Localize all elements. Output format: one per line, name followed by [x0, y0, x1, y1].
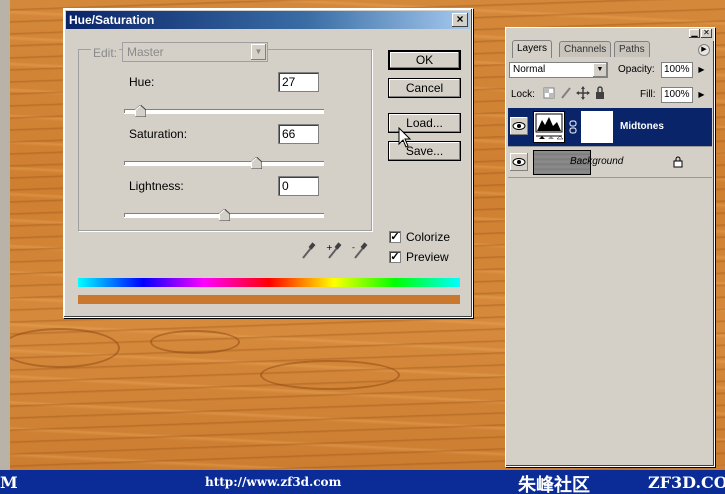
checkmark-icon: ✓: [390, 251, 400, 263]
cancel-button[interactable]: Cancel: [388, 78, 461, 98]
chain-link-icon[interactable]: [569, 120, 577, 134]
layer-name[interactable]: Midtones: [620, 121, 664, 132]
lock-transparency-icon[interactable]: [543, 87, 555, 99]
saturation-input[interactable]: 66: [278, 124, 319, 144]
tab-paths[interactable]: Paths: [614, 41, 650, 57]
hue-label: Hue:: [129, 75, 155, 89]
chevron-down-icon: ▼: [251, 44, 266, 60]
eye-icon: [512, 158, 526, 166]
tab-channels[interactable]: Channels: [559, 41, 612, 57]
hue-saturation-dialog: Hue/Saturation × Edit: Master ▼ Hue: 27 …: [63, 8, 473, 318]
dialog-titlebar[interactable]: Hue/Saturation ×: [66, 11, 470, 29]
result-color-bar: [78, 295, 460, 304]
hue-slider-track[interactable]: [124, 109, 324, 113]
lock-all-icon[interactable]: [594, 86, 606, 100]
edit-select[interactable]: Master ▼: [122, 42, 268, 62]
opacity-label: Opacity:: [618, 64, 655, 75]
layer-row-background[interactable]: Background: [508, 148, 712, 178]
fill-input[interactable]: 100%: [661, 87, 693, 103]
lightness-slider-thumb[interactable]: [219, 209, 230, 221]
hue-spectrum-bar: [78, 278, 460, 287]
hue-slider-thumb[interactable]: [135, 105, 146, 117]
wood-knot: [0, 328, 120, 368]
close-button[interactable]: ×: [452, 13, 468, 27]
lock-brush-icon[interactable]: [560, 86, 572, 100]
edit-select-value: Master: [127, 45, 164, 59]
eyedropper-plus-icon[interactable]: +: [326, 241, 342, 261]
layers-panel: ▁ ✕ Layers Channels Paths ▶ Normal ▼ Opa…: [505, 27, 715, 467]
panel-menu-button[interactable]: ▶: [698, 44, 710, 56]
svg-text:-: -: [352, 243, 355, 252]
opacity-input[interactable]: 100%: [661, 62, 693, 78]
blend-mode-value: Normal: [513, 64, 546, 75]
wood-knot: [260, 360, 400, 390]
preview-checkbox[interactable]: ✓: [389, 251, 401, 263]
minimize-icon[interactable]: ▁: [689, 29, 700, 38]
adjustment-group: [78, 49, 372, 231]
banner-brand: ZF3D.COM: [648, 473, 725, 492]
fill-arrow-icon[interactable]: ▶: [696, 87, 707, 102]
adjustment-layer-icon: [533, 111, 565, 143]
close-icon[interactable]: ✕: [701, 29, 712, 38]
chevron-down-icon: ▼: [593, 63, 607, 77]
edit-label: Edit:: [91, 46, 120, 60]
layer-mask-thumbnail[interactable]: [581, 111, 613, 143]
wood-knot: [150, 330, 240, 354]
eyedropper-minus-icon[interactable]: -: [352, 241, 368, 261]
lock-icon: [673, 156, 683, 168]
layer-row-midtones[interactable]: Midtones: [508, 108, 712, 147]
eyedropper-icon[interactable]: [300, 241, 316, 261]
opacity-arrow-icon[interactable]: ▶: [696, 62, 707, 77]
hue-input[interactable]: 27: [278, 72, 319, 92]
saturation-label: Saturation:: [129, 127, 188, 141]
lightness-input[interactable]: 0: [278, 176, 319, 196]
dialog-title: Hue/Saturation: [69, 13, 155, 27]
ok-button[interactable]: OK: [388, 50, 461, 70]
visibility-toggle[interactable]: [510, 153, 528, 171]
preview-label: Preview: [406, 250, 449, 264]
lightness-label: Lightness:: [129, 179, 184, 193]
banner-logo-text: 朱峰社区: [518, 475, 590, 494]
mouse-cursor-icon: [398, 127, 412, 148]
checkmark-icon: ✓: [390, 231, 400, 243]
colorize-label: Colorize: [406, 230, 451, 244]
canvas-left-edge: [0, 0, 10, 470]
tab-layers[interactable]: Layers: [512, 40, 553, 58]
eye-icon: [512, 122, 526, 130]
fill-label: Fill:: [640, 89, 656, 100]
saturation-slider-track[interactable]: [124, 161, 324, 165]
banner-url: http://www.zf3d.com: [205, 475, 342, 489]
saturation-slider-thumb[interactable]: [251, 157, 262, 169]
layer-name[interactable]: Background: [570, 156, 623, 167]
svg-text:+: +: [326, 243, 333, 252]
colorize-checkbox[interactable]: ✓: [389, 231, 401, 243]
blend-mode-select[interactable]: Normal ▼: [509, 62, 608, 78]
watermark-banner: M http://www.zf3d.com 朱峰社区 ZF3D.COM: [0, 470, 725, 494]
lock-label: Lock:: [511, 89, 535, 100]
close-icon: ×: [456, 12, 464, 26]
visibility-toggle[interactable]: [510, 117, 528, 135]
banner-left-text: M: [0, 473, 18, 492]
lock-move-icon[interactable]: [576, 86, 590, 100]
